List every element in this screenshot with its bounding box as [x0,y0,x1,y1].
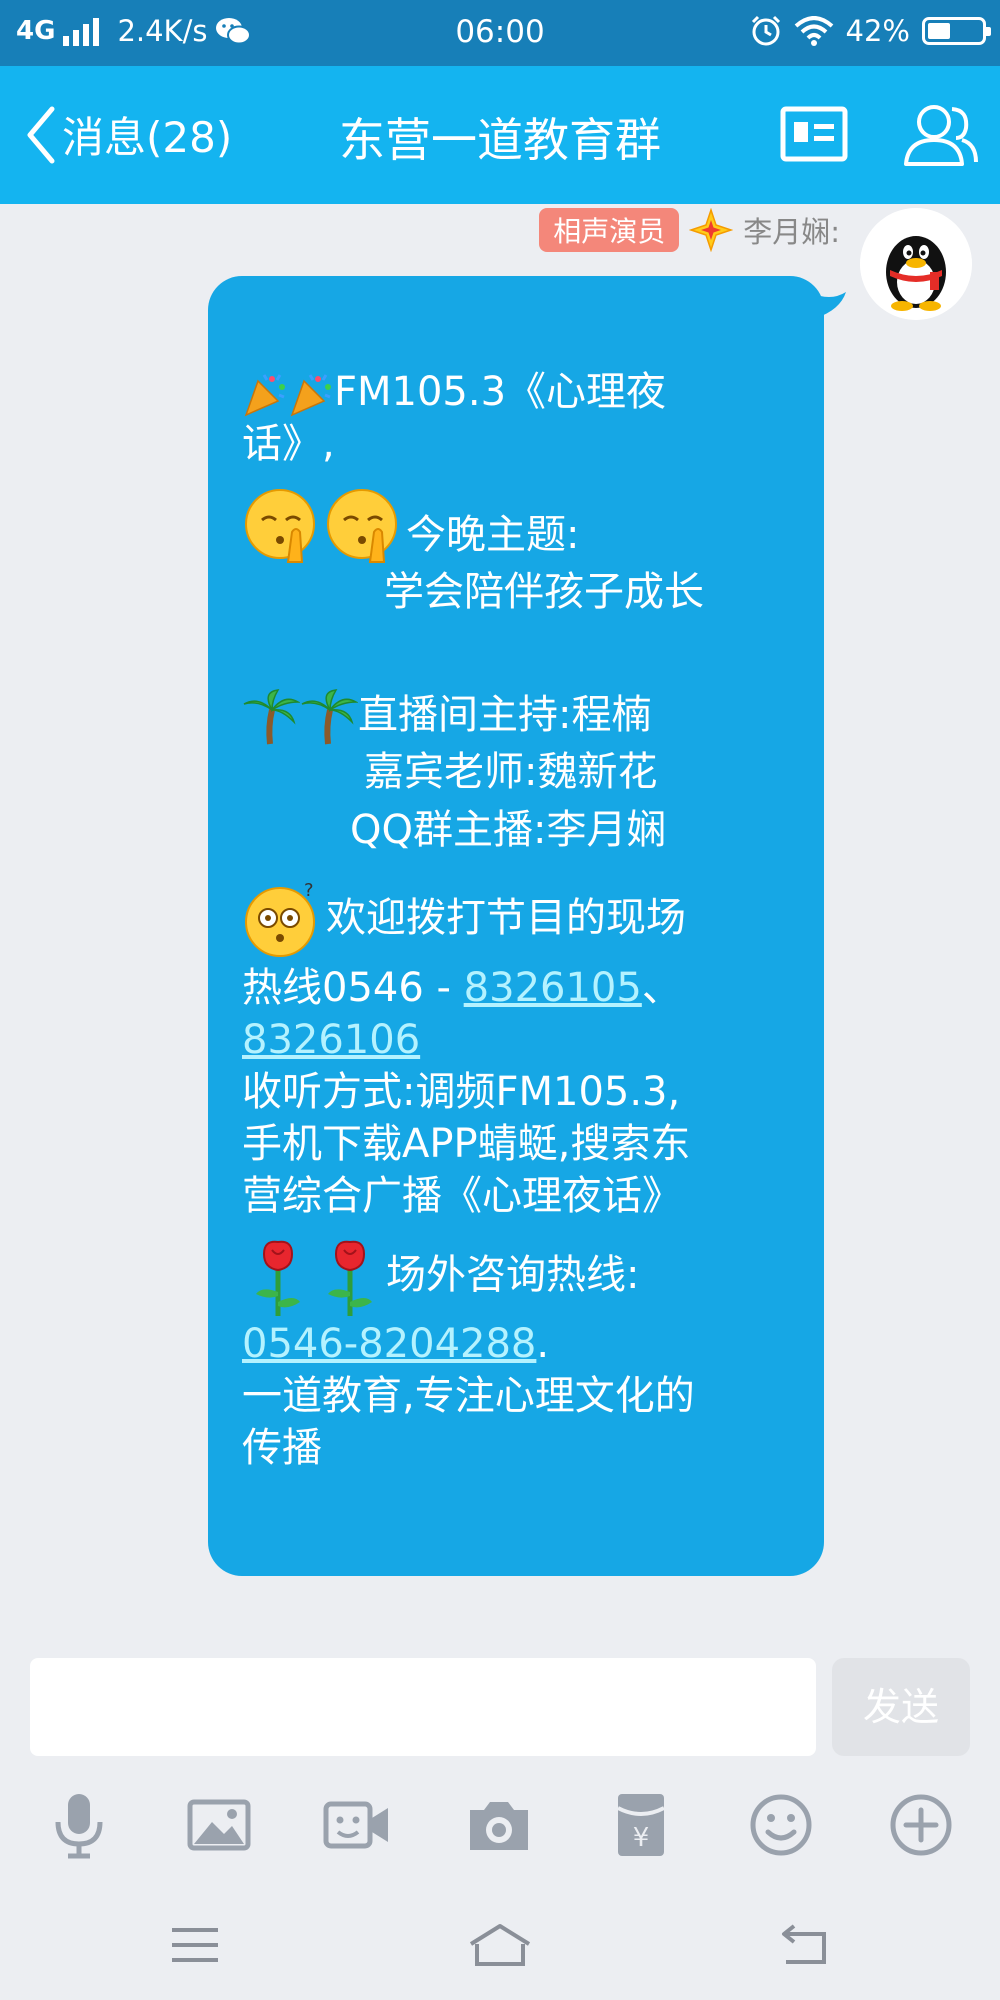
rose-icon [328,1240,372,1316]
message-text: 场外咨询热线: [386,1252,640,1298]
phone-link[interactable]: 8326106 [242,1017,420,1063]
message-text: 欢迎拨打节目的现场 [326,895,686,941]
wifi-icon [794,16,833,46]
message-text: 学会陪伴孩子成长 [384,569,704,615]
video-icon[interactable] [322,1790,392,1860]
group-members-icon[interactable] [900,100,980,170]
svg-text:¥: ¥ [633,1823,650,1853]
message-text: 收听方式:调频FM105.3, [242,1069,681,1115]
shush-face-icon [327,489,397,563]
message-text: QQ群主播:李月娴 [350,807,667,853]
message-line: 0546-8204288. [242,1318,796,1370]
message-text: FM105.3《心理夜 [334,369,667,415]
svg-text:?: ? [304,880,314,901]
sender-name: 李月娴: [743,215,840,249]
image-icon[interactable] [184,1790,254,1860]
palm-tree-icon [243,689,300,745]
message-text: 营综合广播《心理夜话》 [242,1173,682,1219]
message-text: 今晚主题: [406,512,580,558]
message-input[interactable] [30,1658,816,1756]
message-line: 直播间主持:程楠 [242,688,796,746]
message-line: 收听方式:调频FM105.3, [242,1066,796,1118]
nav-bar: 消息(28) 东营一道教育群 [0,66,1000,204]
system-nav-bar [0,1900,1000,2000]
sender-row: 相声演员 李月娴: [539,208,840,252]
chat-title: 东营一道教育群 [339,113,661,167]
composer-toolbar: ¥ [0,1790,1000,1870]
message-text: 手机下载APP蜻蜓,搜索东 [242,1121,691,1167]
microphone-icon[interactable] [44,1790,114,1860]
message-text: 嘉宾老师:魏新花 [364,749,658,795]
message-text: 、 [641,965,682,1011]
member-title-badge: 相声演员 [539,208,680,252]
status-right: 42% [750,14,991,48]
message-line: QQ群主播:李月娴 [242,804,796,856]
emoji-icon[interactable] [746,1790,816,1860]
message-text: 传播 [242,1425,322,1471]
party-popper-icon [244,374,285,417]
message-line: 学会陪伴孩子成长 [242,566,796,618]
menu-icon[interactable] [160,1920,230,1970]
message-line: 营综合广播《心理夜话》 [242,1170,796,1222]
sparkle-icon [689,208,734,252]
message-text: 热线0546 - [242,965,464,1011]
message-line: 8326106 [242,1014,796,1066]
shush-face-icon [245,489,315,563]
battery-icon [922,17,991,45]
message-text: 直播间主持:程楠 [358,692,652,738]
bubble-tail [810,292,846,318]
message-line: 热线0546 - 8326105、 [242,962,796,1014]
penguin-avatar-icon [860,208,972,320]
message-line: 场外咨询热线: [242,1236,796,1318]
message-line: FM105.3《心理夜 [242,366,796,418]
status-bar: 4G 2.4K/s 06:00 42% [0,0,1000,66]
red-packet-icon[interactable]: ¥ [606,1790,676,1860]
party-popper-icon [290,374,331,417]
phone-link[interactable]: 0546-8204288 [242,1321,536,1367]
group-card-icon[interactable] [780,106,848,162]
dizzy-face-icon: ? [245,880,315,957]
battery-percent: 42% [845,14,910,48]
palm-tree-icon [301,689,358,745]
avatar[interactable] [860,208,972,320]
message-line: 话》, [242,418,796,470]
message-line: 一道教育,专注心理文化的 [242,1370,796,1422]
back-icon[interactable] [770,1920,840,1970]
message-line: 传播 [242,1422,796,1474]
message-line: 手机下载APP蜻蜓,搜索东 [242,1118,796,1170]
message-text: . [536,1321,550,1367]
alarm-icon [751,15,780,46]
message-line: ? 欢迎拨打节目的现场 [242,878,796,962]
message-bubble[interactable]: FM105.3《心理夜 话》, 今晚主题: 学会陪伴孩子成长 直播间主持:程楠 … [208,276,846,1576]
camera-icon[interactable] [464,1790,534,1860]
phone-link[interactable]: 8326105 [464,965,642,1011]
send-button[interactable]: 发送 [832,1658,970,1756]
plus-icon[interactable] [886,1790,956,1860]
message-text: 一道教育,专注心理文化的 [242,1373,695,1419]
home-icon[interactable] [465,1920,535,1970]
message-line: 嘉宾老师:魏新花 [242,746,796,798]
rose-icon [256,1240,300,1316]
message-line: 今晚主题: [242,484,796,566]
message-text: 话》, [242,421,335,467]
